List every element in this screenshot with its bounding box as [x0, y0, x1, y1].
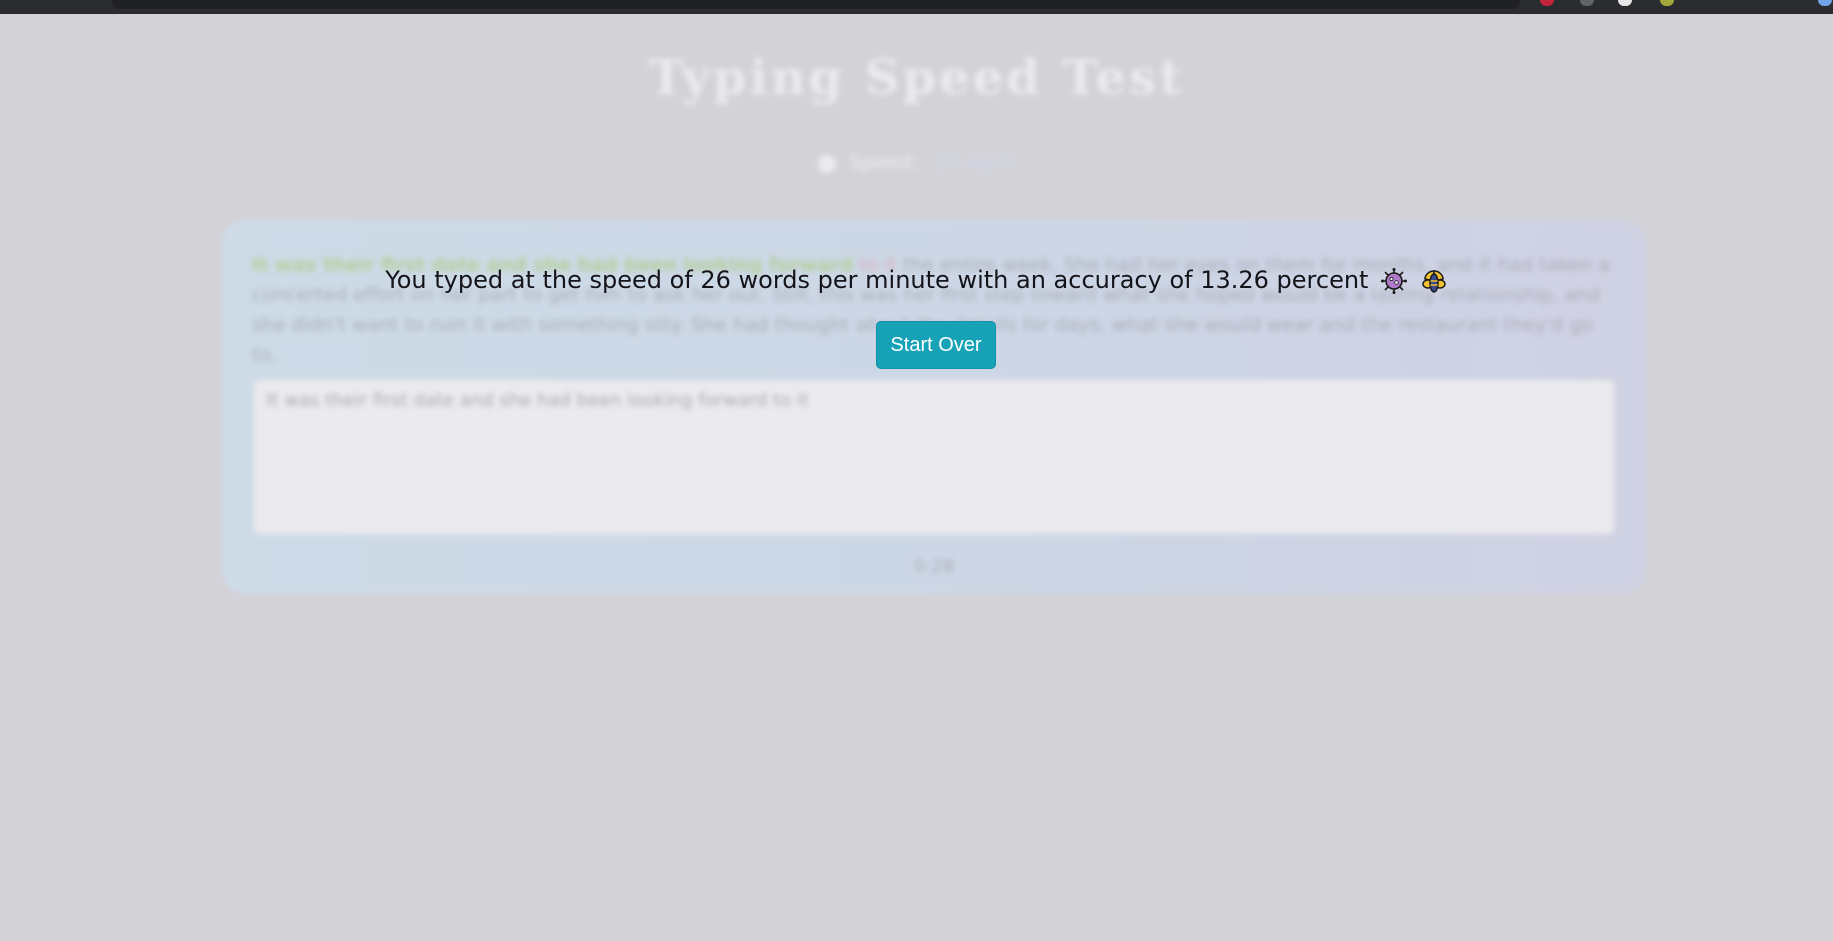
clock-icon [818, 154, 837, 173]
extension-icon[interactable] [1540, 0, 1554, 6]
result-message: You typed at the speed of 26 words per m… [0, 266, 1833, 295]
speed-indicator: Speed: 26 wpm [0, 150, 1833, 174]
extension-icon[interactable] [1618, 0, 1632, 6]
profile-icon[interactable] [1818, 0, 1832, 6]
browser-toolbar [0, 0, 1833, 14]
extension-icon[interactable] [1660, 0, 1674, 6]
bee-icon [1422, 270, 1446, 293]
start-over-button[interactable]: Start Over [876, 321, 996, 369]
typing-input[interactable]: It was their first date and she had been… [254, 380, 1614, 534]
result-message-text: You typed at the speed of 26 words per m… [385, 266, 1369, 294]
extension-icon[interactable] [1580, 0, 1594, 6]
page-title: Typing Speed Test [648, 50, 1185, 106]
address-bar[interactable] [112, 0, 1520, 9]
speed-label: Speed: [848, 150, 919, 174]
timer: 0:28 [913, 556, 955, 577]
speed-value: 26 wpm [934, 150, 1015, 174]
blurred-page: Typing Speed Test Speed: 26 wpm It was t… [0, 14, 1833, 941]
virus-icon [1381, 268, 1408, 294]
